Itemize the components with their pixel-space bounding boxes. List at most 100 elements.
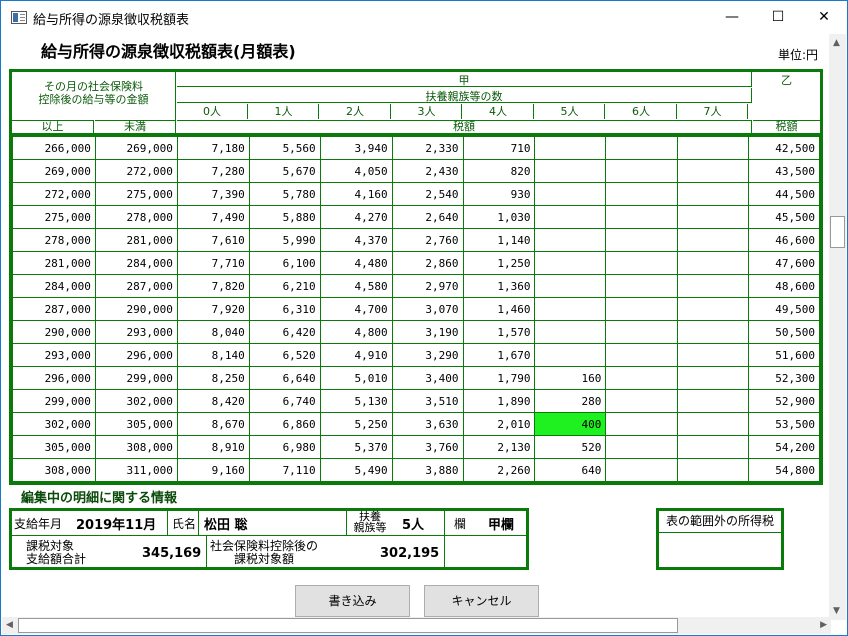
table-cell[interactable] — [534, 136, 607, 160]
table-cell[interactable]: 287,000 — [12, 297, 96, 321]
table-cell[interactable]: 266,000 — [12, 136, 96, 160]
table-cell[interactable]: 1,670 — [462, 343, 536, 367]
table-cell[interactable]: 5,990 — [248, 228, 321, 252]
table-cell[interactable]: 48,600 — [748, 274, 820, 298]
table-cell[interactable]: 4,270 — [319, 205, 393, 229]
table-cell[interactable] — [677, 297, 750, 321]
table-cell[interactable]: 42,500 — [748, 136, 820, 160]
table-cell[interactable]: 7,820 — [176, 274, 250, 298]
table-cell[interactable]: 2,540 — [391, 182, 464, 206]
table-cell[interactable] — [677, 389, 750, 413]
table-cell[interactable] — [534, 297, 607, 321]
table-cell[interactable]: 2,860 — [391, 251, 464, 275]
table-cell[interactable]: 53,500 — [748, 412, 820, 436]
table-cell[interactable]: 3,510 — [391, 389, 464, 413]
cancel-button[interactable]: キャンセル — [424, 585, 539, 617]
table-cell[interactable] — [677, 251, 750, 275]
table-cell[interactable] — [605, 458, 679, 482]
table-cell[interactable]: 4,910 — [319, 343, 393, 367]
table-cell[interactable]: 284,000 — [12, 274, 96, 298]
table-cell[interactable]: 287,000 — [94, 274, 178, 298]
table-cell[interactable] — [605, 228, 679, 252]
table-cell[interactable]: 305,000 — [94, 412, 178, 436]
table-cell[interactable]: 52,900 — [748, 389, 820, 413]
table-cell[interactable]: 290,000 — [12, 320, 96, 344]
table-cell[interactable] — [605, 159, 679, 183]
table-row[interactable]: 293,000 296,000 8,140 6,520 4,910 3,290 1,670 5… — [12, 343, 820, 367]
table-row[interactable]: 281,000 284,000 7,710 6,100 4,480 2,860 1,250 4… — [12, 251, 820, 275]
table-cell[interactable]: 284,000 — [94, 251, 178, 275]
table-cell[interactable]: 54,200 — [748, 435, 820, 459]
table-cell[interactable]: 2,260 — [462, 458, 536, 482]
table-row[interactable]: 308,000 311,000 9,160 7,110 5,490 3,880 2,260 6… — [12, 458, 820, 482]
table-cell[interactable]: 8,670 — [176, 412, 250, 436]
close-button[interactable]: ✕ — [801, 1, 847, 34]
table-cell[interactable] — [605, 274, 679, 298]
table-cell[interactable] — [605, 297, 679, 321]
table-cell[interactable]: 6,980 — [248, 435, 321, 459]
table-cell[interactable]: 308,000 — [94, 435, 178, 459]
table-cell[interactable]: 6,860 — [248, 412, 321, 436]
table-cell[interactable]: 54,800 — [748, 458, 820, 482]
table-cell[interactable] — [605, 251, 679, 275]
table-cell[interactable]: 4,370 — [319, 228, 393, 252]
table-cell[interactable]: 1,570 — [462, 320, 536, 344]
table-cell[interactable] — [534, 182, 607, 206]
table-cell[interactable]: 3,760 — [391, 435, 464, 459]
table-cell[interactable]: 2,330 — [391, 136, 464, 160]
write-button[interactable]: 書き込み — [295, 585, 410, 617]
vertical-scroll-thumb[interactable] — [830, 216, 845, 248]
vertical-scrollbar[interactable]: ▲ ▼ — [829, 34, 846, 620]
table-cell[interactable]: 1,030 — [462, 205, 536, 229]
table-cell[interactable]: 5,880 — [248, 205, 321, 229]
table-row[interactable]: 269,000 272,000 7,280 5,670 4,050 2,430 820 43,… — [12, 159, 820, 183]
table-cell[interactable]: 4,800 — [319, 320, 393, 344]
table-cell[interactable] — [605, 412, 679, 436]
table-cell[interactable]: 1,890 — [462, 389, 536, 413]
table-row[interactable]: 275,000 278,000 7,490 5,880 4,270 2,640 1,030 4… — [12, 205, 820, 229]
table-cell[interactable]: 7,920 — [176, 297, 250, 321]
table-cell[interactable] — [534, 251, 607, 275]
table-cell[interactable]: 1,140 — [462, 228, 536, 252]
table-cell[interactable]: 7,610 — [176, 228, 250, 252]
table-cell[interactable] — [677, 320, 750, 344]
table-cell[interactable] — [534, 205, 607, 229]
table-cell[interactable]: 7,180 — [176, 136, 250, 160]
table-cell[interactable]: 302,000 — [12, 412, 96, 436]
table-cell[interactable]: 2,970 — [391, 274, 464, 298]
table-cell[interactable]: 3,630 — [391, 412, 464, 436]
out-of-range-value[interactable] — [659, 534, 781, 567]
table-cell[interactable]: 8,250 — [176, 366, 250, 390]
table-row[interactable]: 290,000 293,000 8,040 6,420 4,800 3,190 1,570 5… — [12, 320, 820, 344]
table-cell[interactable] — [534, 343, 607, 367]
scroll-down-icon[interactable]: ▼ — [833, 606, 840, 616]
table-cell[interactable]: 52,300 — [748, 366, 820, 390]
table-cell[interactable] — [605, 205, 679, 229]
table-cell[interactable]: 46,600 — [748, 228, 820, 252]
table-cell[interactable]: 275,000 — [94, 182, 178, 206]
table-cell[interactable]: 6,640 — [248, 366, 321, 390]
table-cell[interactable]: 3,190 — [391, 320, 464, 344]
table-cell[interactable] — [605, 435, 679, 459]
table-cell[interactable]: 400 — [534, 412, 607, 436]
table-cell[interactable]: 7,390 — [176, 182, 250, 206]
table-cell[interactable]: 280 — [534, 389, 607, 413]
table-cell[interactable]: 6,310 — [248, 297, 321, 321]
table-cell[interactable] — [534, 320, 607, 344]
table-cell[interactable]: 305,000 — [12, 435, 96, 459]
table-cell[interactable]: 278,000 — [12, 228, 96, 252]
table-cell[interactable] — [677, 182, 750, 206]
scroll-left-icon[interactable]: ◀ — [6, 620, 13, 630]
table-cell[interactable]: 302,000 — [94, 389, 178, 413]
table-row[interactable]: 296,000 299,000 8,250 6,640 5,010 3,400 1,790 1… — [12, 366, 820, 390]
table-cell[interactable]: 5,130 — [319, 389, 393, 413]
table-cell[interactable] — [534, 159, 607, 183]
table-cell[interactable] — [605, 136, 679, 160]
table-cell[interactable]: 2,430 — [391, 159, 464, 183]
table-cell[interactable] — [677, 274, 750, 298]
table-cell[interactable]: 820 — [462, 159, 536, 183]
table-cell[interactable]: 290,000 — [94, 297, 178, 321]
table-cell[interactable]: 281,000 — [94, 228, 178, 252]
table-cell[interactable]: 5,250 — [319, 412, 393, 436]
table-cell[interactable]: 640 — [534, 458, 607, 482]
